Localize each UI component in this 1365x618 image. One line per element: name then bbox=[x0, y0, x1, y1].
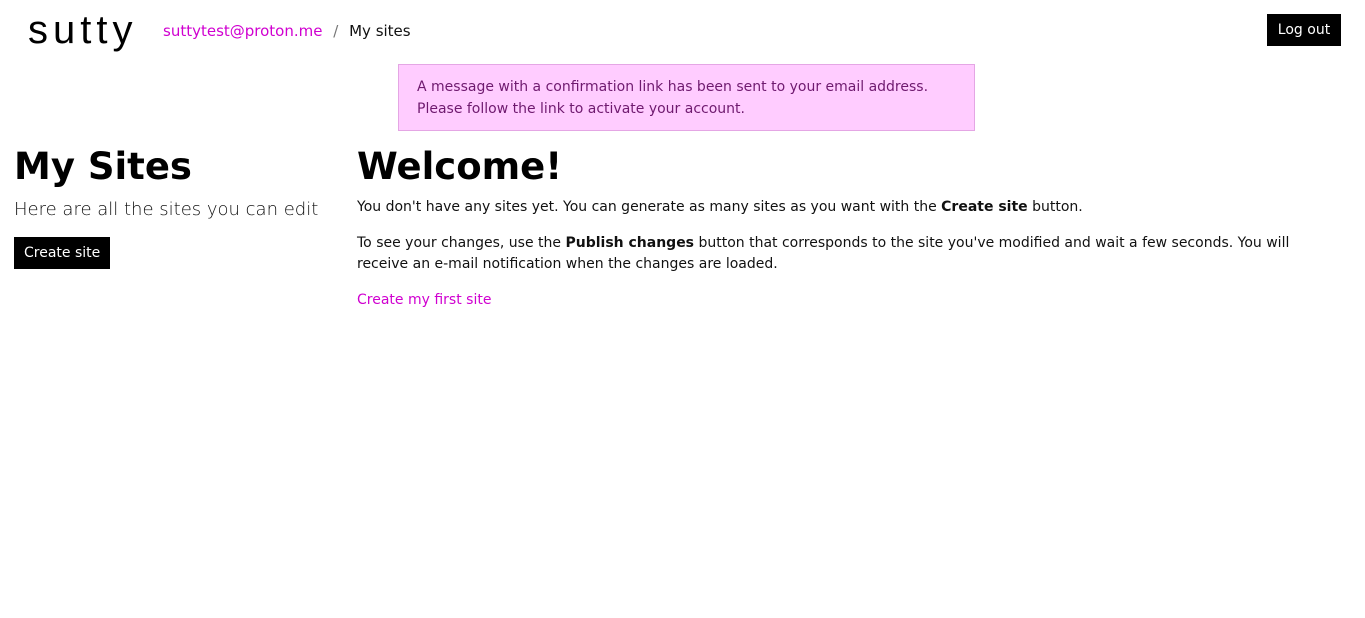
sidebar-title: My Sites bbox=[14, 145, 192, 188]
welcome-title: Welcome! bbox=[357, 145, 563, 188]
create-first-site-link[interactable]: Create my first site bbox=[357, 290, 491, 311]
no-sites-text-before: You don't have any sites yet. You can ge… bbox=[357, 199, 942, 215]
alert-message: A message with a confirmation link has b… bbox=[417, 79, 929, 117]
confirmation-alert: A message with a confirmation link has b… bbox=[398, 64, 975, 131]
sutty-logo[interactable]: sutty bbox=[28, 10, 134, 54]
sidebar-subtitle: Here are all the sites you can edit bbox=[14, 199, 319, 220]
breadcrumb: suttytest@proton.me / My sites bbox=[163, 21, 411, 41]
sidebar: My Sites Here are all the sites you can … bbox=[14, 144, 334, 269]
logo-text: sutty bbox=[28, 8, 138, 52]
create-site-button[interactable]: Create site bbox=[14, 237, 111, 269]
publish-info-paragraph: To see your changes, use the Publish cha… bbox=[357, 233, 1332, 275]
publish-text-before: To see your changes, use the bbox=[357, 235, 566, 251]
no-sites-text-bold: Create site bbox=[941, 199, 1028, 215]
no-sites-paragraph: You don't have any sites yet. You can ge… bbox=[357, 197, 1332, 218]
main-content: Welcome! You don't have any sites yet. Y… bbox=[357, 144, 1332, 311]
breadcrumb-current-page: My sites bbox=[349, 22, 411, 40]
no-sites-text-after: button. bbox=[1027, 199, 1083, 215]
breadcrumb-separator: / bbox=[333, 22, 339, 40]
publish-text-bold: Publish changes bbox=[565, 235, 695, 251]
logout-button[interactable]: Log out bbox=[1267, 14, 1341, 46]
breadcrumb-user-email-link[interactable]: suttytest@proton.me bbox=[163, 22, 322, 40]
